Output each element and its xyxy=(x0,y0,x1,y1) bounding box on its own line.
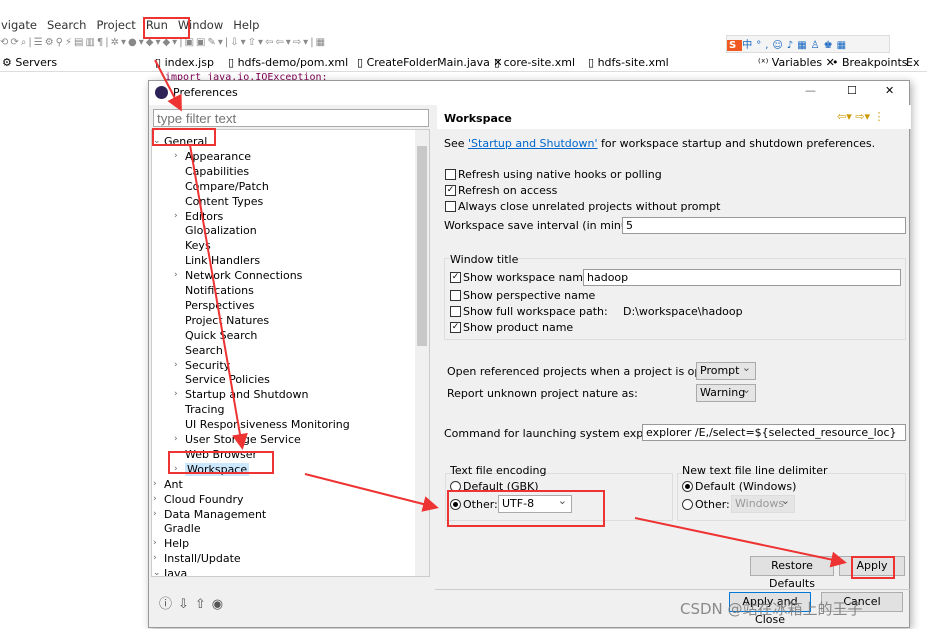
annotation-arrows xyxy=(154,59,847,568)
